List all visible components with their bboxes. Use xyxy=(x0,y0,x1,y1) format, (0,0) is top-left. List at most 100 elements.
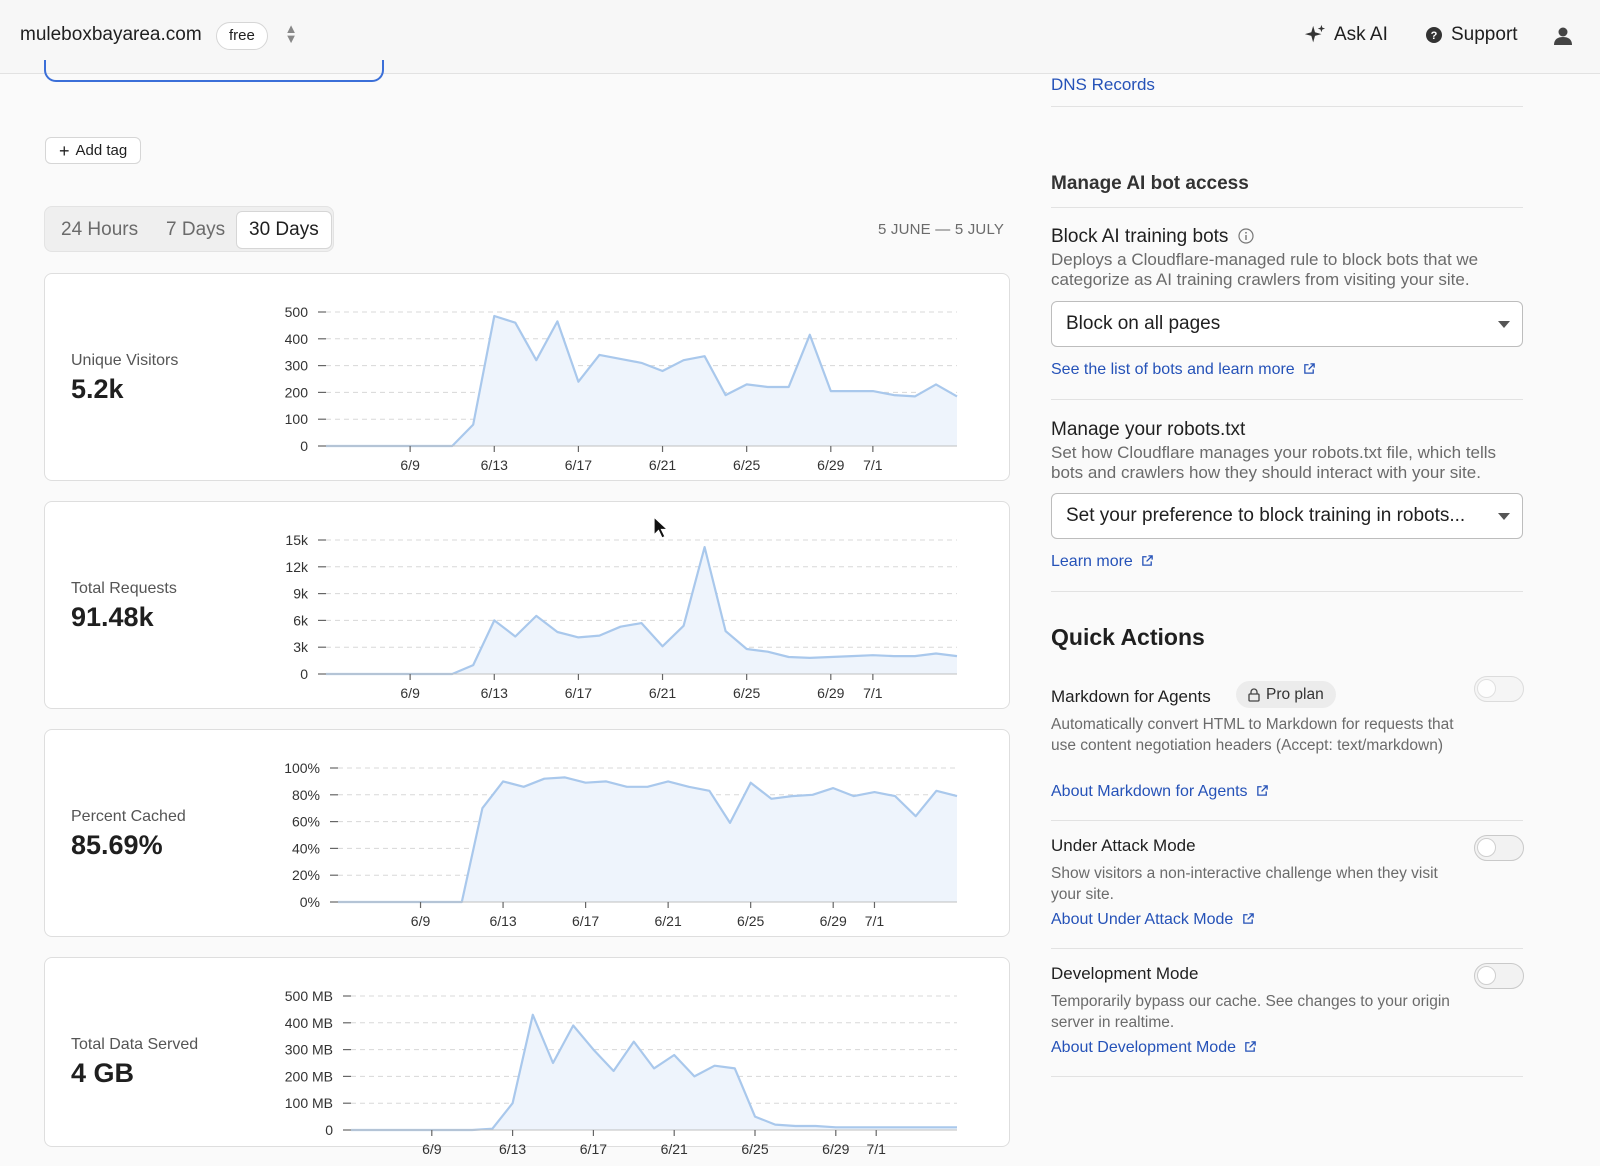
svg-text:?: ? xyxy=(1431,30,1438,42)
series-area xyxy=(351,1014,957,1130)
x-tick-label: 6/17 xyxy=(565,685,592,701)
x-tick-label: 7/1 xyxy=(865,913,885,929)
x-tick-label: 6/21 xyxy=(661,1141,688,1157)
toggle-knob xyxy=(1477,966,1496,985)
series-area xyxy=(338,777,957,902)
y-tick-label: 400 MB xyxy=(285,1015,333,1031)
x-tick-label: 7/1 xyxy=(863,685,883,701)
x-tick-label: 6/9 xyxy=(422,1141,442,1157)
markdown-agents-description: Automatically convert HTML to Markdown f… xyxy=(1051,716,1454,754)
x-tick-label: 6/17 xyxy=(565,457,592,473)
block-ai-training-label: Block AI training bots xyxy=(1051,226,1229,247)
bots-list-link-label: See the list of bots and learn more xyxy=(1051,361,1295,378)
percent-cached-chart: 0% 20% 40% 60% 80% 100% 6/9 6/13 6/17 6/21 6/25 6/2… xyxy=(284,760,958,929)
development-mode-toggle[interactable] xyxy=(1474,963,1524,989)
markdown-agents-toggle[interactable] xyxy=(1474,676,1524,702)
support-button[interactable]: ? Support xyxy=(1425,24,1518,46)
y-tick-label: 20% xyxy=(292,867,320,883)
pro-plan-badge: Pro plan xyxy=(1236,681,1336,708)
under-attack-toggle[interactable] xyxy=(1474,835,1524,861)
zone-switcher-icon[interactable]: ▲ ▼ xyxy=(282,22,300,48)
y-tick-label: 200 xyxy=(285,384,309,400)
range-24-hours[interactable]: 24 Hours xyxy=(49,211,150,249)
x-tick-label: 6/25 xyxy=(733,457,760,473)
x-tick-label: 7/1 xyxy=(866,1141,886,1157)
y-tick-label: 0 xyxy=(325,1122,333,1138)
quick-actions-title: Quick Actions xyxy=(1051,624,1205,650)
lock-icon xyxy=(1248,687,1260,702)
external-link-icon xyxy=(1242,913,1254,924)
development-mode-link[interactable]: About Development Mode xyxy=(1051,1039,1257,1057)
x-tick-label: 6/29 xyxy=(817,457,844,473)
markdown-agents-title: Markdown for Agents xyxy=(1051,687,1211,706)
x-tick-label: 6/29 xyxy=(820,913,847,929)
development-mode-description: Temporarily bypass our cache. See change… xyxy=(1051,993,1450,1031)
toggle-knob xyxy=(1477,679,1496,698)
x-tick-label: 6/9 xyxy=(400,457,420,473)
under-attack-link-label: About Under Attack Mode xyxy=(1051,911,1234,928)
zone-name[interactable]: muleboxbayarea.com xyxy=(20,24,202,46)
range-30-days[interactable]: 30 Days xyxy=(236,211,332,249)
y-tick-label: 6k xyxy=(293,612,309,628)
mouse-cursor-icon xyxy=(653,516,669,539)
robots-preference-select[interactable]: Set your preference to block training in… xyxy=(1051,493,1523,539)
y-tick-label: 9k xyxy=(293,586,309,602)
y-tick-label: 0% xyxy=(300,894,320,910)
bots-list-link[interactable]: See the list of bots and learn more xyxy=(1051,361,1316,379)
ask-ai-button[interactable]: Ask AI xyxy=(1304,24,1388,46)
divider xyxy=(1051,1076,1523,1077)
robots-title: Manage your robots.txt xyxy=(1051,419,1246,440)
y-tick-label: 300 xyxy=(285,358,309,374)
under-attack-link[interactable]: About Under Attack Mode xyxy=(1051,911,1255,929)
x-tick-label: 6/25 xyxy=(737,913,764,929)
y-tick-label: 100% xyxy=(284,760,320,776)
divider xyxy=(1051,399,1523,400)
metric-card-total-data-served: Total Data Served 4 GB 0 100 MB 200 MB 300 … xyxy=(44,957,1010,1157)
add-tag-label: Add tag xyxy=(75,142,128,159)
x-tick-label: 6/21 xyxy=(649,457,676,473)
block-ai-training-select[interactable]: Block on all pages xyxy=(1051,301,1523,347)
block-ai-training-title: Block AI training bots xyxy=(1051,226,1254,248)
x-tick-label: 7/1 xyxy=(863,457,883,473)
y-tick-label: 300 MB xyxy=(285,1042,333,1058)
help-circle-icon: ? xyxy=(1426,27,1442,43)
external-link-icon xyxy=(1245,1041,1257,1052)
robots-preference-value: Set your preference to block training in… xyxy=(1066,505,1466,526)
user-icon[interactable] xyxy=(1553,26,1573,46)
plus-icon: + xyxy=(59,140,70,161)
dropdown-caret-icon xyxy=(1498,513,1510,520)
metric-card-total-requests: Total Requests 91.48k 0 3k 6k 9k 12k 15k 6/9 6/… xyxy=(44,501,1010,709)
y-tick-label: 80% xyxy=(292,787,320,803)
under-attack-title: Under Attack Mode xyxy=(1051,836,1196,855)
external-link-icon xyxy=(1257,785,1268,796)
x-tick-label: 6/13 xyxy=(481,685,508,701)
markdown-agents-link[interactable]: About Markdown for Agents xyxy=(1051,783,1269,801)
support-label: Support xyxy=(1451,24,1518,45)
x-tick-label: 6/25 xyxy=(733,685,760,701)
info-icon[interactable] xyxy=(1238,228,1254,244)
add-tag-button[interactable]: + Add tag xyxy=(45,137,142,164)
robots-description: Set how Cloudflare manages your robots.t… xyxy=(1051,443,1497,482)
divider xyxy=(1051,820,1523,821)
date-range-label: 5 JUNE — 5 JULY xyxy=(878,221,1005,238)
development-mode-link-label: About Development Mode xyxy=(1051,1039,1236,1056)
robots-learn-more-link[interactable]: Learn more xyxy=(1051,553,1154,571)
y-tick-label: 0 xyxy=(300,666,308,682)
ai-bot-section-title: Manage AI bot access xyxy=(1051,173,1249,194)
dns-records-link[interactable]: DNS Records xyxy=(1051,75,1155,95)
series-area xyxy=(326,316,957,446)
under-attack-description: Show visitors a non-interactive challeng… xyxy=(1051,865,1438,903)
x-tick-label: 6/9 xyxy=(400,685,420,701)
divider xyxy=(1051,207,1523,208)
y-tick-label: 500 MB xyxy=(285,988,333,1004)
x-tick-label: 6/13 xyxy=(489,913,516,929)
metric-card-unique-visitors: Unique Visitors 5.2k 0 100 200 300 400 500 6/9… xyxy=(44,273,1010,481)
tag-input-field[interactable] xyxy=(44,60,384,82)
y-tick-label: 15k xyxy=(285,532,309,548)
dropdown-caret-icon xyxy=(1498,321,1510,328)
x-tick-label: 6/13 xyxy=(499,1141,526,1157)
divider xyxy=(1051,948,1523,949)
x-tick-label: 6/29 xyxy=(822,1141,849,1157)
y-tick-label: 500 xyxy=(285,304,309,320)
range-7-days[interactable]: 7 Days xyxy=(154,211,237,249)
